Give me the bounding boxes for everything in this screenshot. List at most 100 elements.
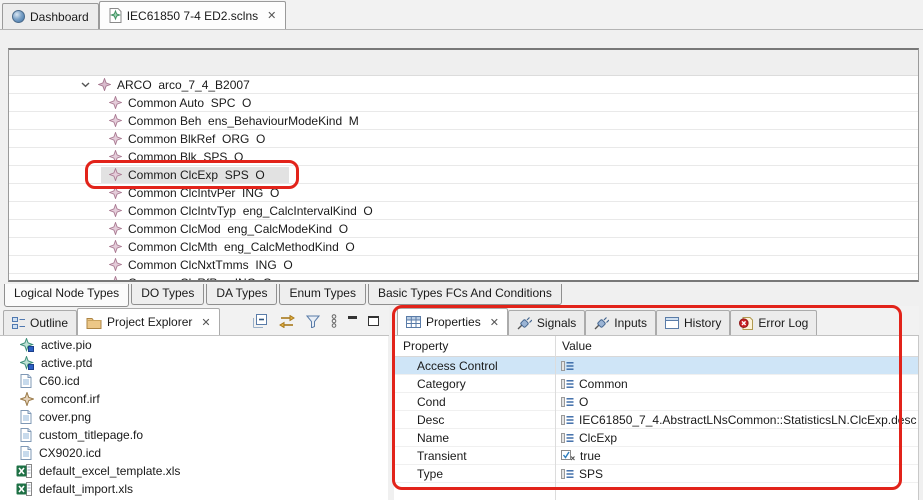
property-value: ClcExp — [579, 431, 617, 445]
file-item[interactable]: custom_titlepage.fo — [0, 426, 388, 444]
file-item[interactable]: C60.icd — [0, 372, 388, 390]
tree-row[interactable]: Common Beh ens_BehaviourModeKind M — [9, 112, 918, 130]
file-item[interactable]: default_excel_template.xls — [0, 462, 388, 480]
tree-row[interactable]: Common ClcMth eng_CalcMethodKind O — [9, 238, 918, 256]
file-name: C60.icd — [39, 374, 80, 388]
collapse-all-icon[interactable] — [253, 314, 268, 328]
file-item[interactable]: cover.png — [0, 408, 388, 426]
property-row-type[interactable]: Type SPS — [394, 465, 918, 483]
property-row-transient[interactable]: Transient true — [394, 447, 918, 465]
property-name: Access Control — [394, 359, 555, 373]
close-icon[interactable]: ✕ — [201, 316, 210, 329]
close-icon[interactable]: ✕ — [267, 9, 276, 22]
tab-properties-label: Properties — [426, 315, 481, 329]
tree-row[interactable]: Common ClcIntvPer ING O — [9, 184, 918, 202]
text-value-icon — [561, 397, 574, 407]
chevron-down-icon[interactable] — [81, 82, 90, 88]
tab-scl-file[interactable]: IEC61850 7-4 ED2.sclns ✕ — [99, 1, 287, 29]
property-value: O — [579, 395, 588, 409]
tab-signals[interactable]: Signals — [508, 310, 585, 335]
text-value-icon — [561, 415, 574, 425]
file-name: default_excel_template.xls — [39, 464, 180, 478]
property-row-cond[interactable]: Cond O — [394, 393, 918, 411]
tab-label: Basic Types FCs And Conditions — [378, 286, 552, 300]
property-value: true — [580, 449, 601, 463]
file-item[interactable]: CX9020.icd — [0, 444, 388, 462]
property-name: Desc — [394, 413, 555, 427]
tab-label: Enum Types — [289, 286, 355, 300]
tab-outline[interactable]: Outline — [3, 310, 77, 335]
node-star-icon — [109, 96, 122, 109]
tab-basic-types-fcs[interactable]: Basic Types FCs And Conditions — [368, 284, 562, 305]
tree-row[interactable]: Common ClcMod eng_CalcModeKind O — [9, 220, 918, 238]
pio-file-icon — [20, 338, 34, 352]
tab-scl-file-label: IEC61850 7-4 ED2.sclns — [127, 9, 258, 23]
tree-row-label: Common BlkRef ORG O — [128, 132, 265, 146]
left-view-tab-bar: Outline Project Explorer ✕ — [0, 306, 389, 336]
tab-project-explorer[interactable]: Project Explorer ✕ — [77, 308, 220, 335]
tree-row-label: Common ClcIntvPer ING O — [128, 186, 279, 200]
tree-row-arco[interactable]: ARCO arco_7_4_B2007 — [9, 76, 918, 94]
tab-da-types[interactable]: DA Types — [206, 284, 277, 305]
tab-outline-label: Outline — [30, 316, 68, 330]
tree-row[interactable]: Common Auto SPC O — [9, 94, 918, 112]
file-item[interactable]: active.pio — [0, 336, 388, 354]
minimize-icon[interactable] — [348, 316, 357, 319]
file-name: active.ptd — [41, 356, 92, 370]
editor-area: ARCO arco_7_4_B2007 Common Auto SPC O Co… — [0, 30, 923, 284]
tab-enum-types[interactable]: Enum Types — [279, 284, 365, 305]
tree-row[interactable]: Common ClcNxtTmms ING O — [9, 256, 918, 274]
text-value-icon — [561, 433, 574, 443]
tree-row-selected[interactable]: Common ClcExp SPS O — [9, 166, 918, 184]
close-icon[interactable]: ✕ — [490, 316, 499, 329]
file-item[interactable]: default_import.xls — [0, 480, 388, 498]
tab-do-types[interactable]: DO Types — [131, 284, 204, 305]
tree-row[interactable]: Common BlkRef ORG O — [9, 130, 918, 148]
bottom-views: Outline Project Explorer ✕ — [0, 306, 923, 500]
tab-inputs-label: Inputs — [614, 316, 647, 330]
error-log-icon — [739, 317, 753, 330]
node-star-icon — [109, 150, 122, 163]
property-value: Common — [579, 377, 628, 391]
property-row-name[interactable]: Name ClcExp — [394, 429, 918, 447]
property-row-category[interactable]: Category Common — [394, 375, 918, 393]
tree-row-label: Common Blk SPS O — [128, 150, 243, 164]
view-menu-icon[interactable] — [331, 314, 337, 328]
properties-view: Properties ✕ Signals — [394, 306, 919, 500]
property-row-access-control[interactable]: Access Control — [394, 357, 918, 375]
column-divider[interactable] — [555, 336, 556, 500]
tab-properties[interactable]: Properties ✕ — [397, 308, 508, 335]
tree-row-label: Common Auto SPC O — [128, 96, 251, 110]
tree-row-label: Common ClcMth eng_CalcMethodKind O — [128, 240, 355, 254]
tab-inputs[interactable]: Inputs — [585, 310, 656, 335]
file-item[interactable]: comconf.irf — [0, 390, 388, 408]
tab-error-log[interactable]: Error Log — [730, 310, 817, 335]
file-name: custom_titlepage.fo — [39, 428, 143, 442]
project-explorer-view: Outline Project Explorer ✕ — [0, 306, 389, 500]
properties-table: Property Value Access Control Category — [394, 336, 919, 500]
tab-history[interactable]: History — [656, 310, 730, 335]
node-star-icon — [109, 114, 122, 127]
filter-icon[interactable] — [306, 315, 320, 328]
property-name: Name — [394, 431, 555, 445]
tab-history-label: History — [684, 316, 721, 330]
tree-row[interactable]: Common ClcRfPer ING O — [9, 274, 918, 282]
node-star-icon — [98, 78, 111, 91]
tree-row-label: Common ClcRfPer ING O — [128, 276, 272, 283]
file-item[interactable]: active.ptd — [0, 354, 388, 372]
tree-header — [9, 50, 918, 76]
column-header-value[interactable]: Value — [555, 339, 592, 353]
node-star-icon — [109, 204, 122, 217]
tab-logical-node-types[interactable]: Logical Node Types — [4, 284, 129, 307]
tree-row[interactable]: Common ClcIntvTyp eng_CalcIntervalKind O — [9, 202, 918, 220]
logical-node-tree: ARCO arco_7_4_B2007 Common Auto SPC O Co… — [8, 48, 919, 282]
maximize-icon[interactable] — [368, 316, 379, 326]
tab-dashboard[interactable]: Dashboard — [2, 3, 99, 29]
tree-row[interactable]: Common Blk SPS O — [9, 148, 918, 166]
column-header-property[interactable]: Property — [394, 339, 555, 353]
property-row-desc[interactable]: Desc IEC61850_7_4.AbstractLNsCommon::Sta… — [394, 411, 918, 429]
tab-label: DO Types — [141, 286, 194, 300]
tree-row-label: Common Beh ens_BehaviourModeKind M — [128, 114, 359, 128]
tree-row-label: Common ClcMod eng_CalcModeKind O — [128, 222, 348, 236]
link-with-editor-icon[interactable] — [279, 315, 295, 328]
